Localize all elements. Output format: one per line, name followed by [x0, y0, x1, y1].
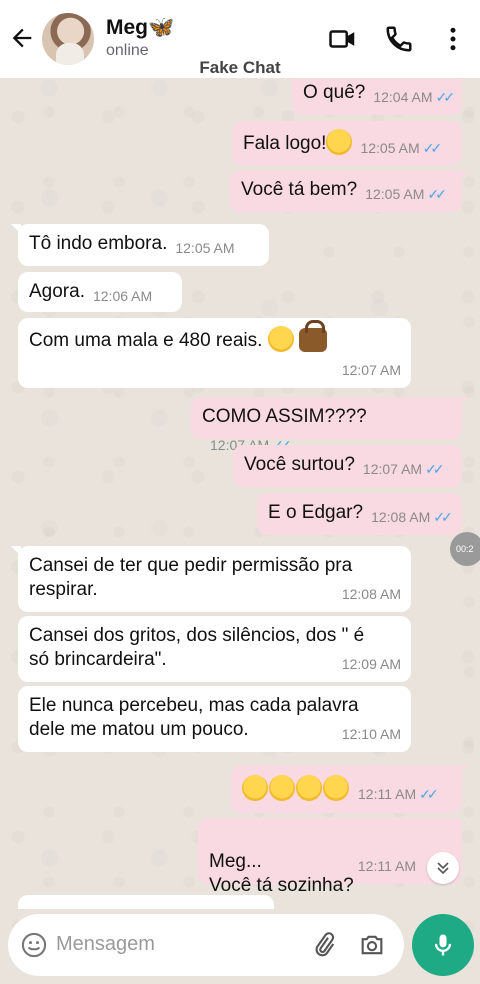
video-call-icon[interactable] [328, 24, 358, 54]
camera-icon[interactable] [358, 931, 386, 959]
phone-icon[interactable] [384, 24, 414, 54]
read-ticks-icon: ✓✓ [435, 89, 455, 105]
message-text: O quê? [303, 82, 366, 103]
message-bubble[interactable]: Fala logo! 12:05 AM ✓✓ [232, 121, 462, 165]
message-bubble[interactable]: O quê? 12:04 AM ✓✓ [292, 79, 462, 115]
chevron-double-down-icon [437, 862, 449, 875]
message-time: 12:11 AM [357, 858, 416, 874]
message-text: Ele nunca percebeu, mas cada palavra del… [29, 695, 359, 740]
message-input-bar[interactable]: Mensagem [8, 914, 404, 976]
back-arrow-icon[interactable] [8, 24, 36, 52]
message-text: Com uma mala e 480 reais. [29, 330, 263, 351]
message-text: Tô indo embora. [29, 233, 168, 254]
message-bubble[interactable]: E o Edgar? 12:08 AM ✓✓ [257, 493, 462, 535]
message-time: 12:04 AM [373, 89, 433, 105]
message-bubble[interactable]: 12:11 AM ✓✓ [231, 765, 469, 813]
contact-name[interactable]: Meg🦋 [106, 16, 174, 40]
read-ticks-icon: ✓✓ [433, 509, 453, 525]
message-text: Cansei de ter que pedir permissão pra re… [29, 555, 353, 600]
attach-icon[interactable] [310, 931, 338, 959]
message-bubble[interactable]: Agora. 12:06 AM [18, 272, 182, 312]
message-bubble[interactable]: Cansei dos gritos, dos silêncios, dos " … [18, 616, 411, 682]
message-time: 12:06 AM [92, 288, 153, 304]
recording-timer-bubble[interactable]: 00:2 [450, 532, 480, 566]
loudly-crying-face-emoji [296, 775, 322, 801]
emoji-icon[interactable] [20, 931, 48, 959]
more-vert-icon[interactable] [438, 24, 468, 54]
mic-button[interactable] [412, 914, 474, 976]
message-time: 12:08 AM [371, 509, 431, 525]
scroll-to-bottom-button[interactable] [427, 852, 459, 884]
butterfly-emoji: 🦋 [148, 16, 175, 39]
message-bubble[interactable]: Meg... Você tá sozinha? 12:11 AM [198, 818, 462, 896]
loudly-crying-face-emoji [323, 775, 349, 801]
message-bubble[interactable]: Ele nunca percebeu, mas cada palavra del… [18, 686, 411, 752]
message-time: 12:11 AM [358, 786, 417, 802]
message-text: Você tá bem? [241, 179, 358, 200]
message-time: 12:08 AM [341, 586, 401, 602]
message-text: Fala logo! [243, 133, 327, 154]
pensive-face-emoji [267, 326, 294, 352]
message-time: 12:09 AM [341, 656, 401, 672]
read-ticks-icon: ✓✓ [422, 140, 443, 156]
flushed-face-emoji [326, 129, 353, 155]
read-ticks-icon: ✓✓ [427, 186, 447, 202]
message-text: Você surtou? [244, 454, 355, 475]
message-text: COMO ASSIM???? [202, 406, 367, 427]
message-bubble[interactable]: COMO ASSIM????12:07 AM✓✓ [191, 397, 469, 453]
mic-icon [434, 934, 452, 956]
message-text: Agora. [29, 281, 85, 302]
message-text: Cansei dos gritos, dos silêncios, dos " … [29, 625, 365, 670]
message-bubble[interactable]: Você surtou? 12:07 AM ✓✓ [233, 445, 462, 487]
app-watermark-title: Fake Chat [199, 58, 281, 77]
message-bubble[interactable]: Tô indo embora. 12:05 AM [11, 224, 269, 266]
message-time: 12:07 AM [362, 461, 423, 477]
message-bubble[interactable]: Com uma mala e 480 reais. 12:07 AM [18, 318, 411, 388]
read-ticks-icon: ✓✓ [419, 786, 439, 802]
message-time: 12:05 AM [175, 240, 235, 256]
message-time: 12:05 AM [360, 140, 420, 156]
message-time: 12:05 AM [365, 186, 425, 202]
read-ticks-icon: ✓✓ [425, 461, 445, 477]
message-text: E o Edgar? [268, 502, 364, 523]
handbag-emoji [298, 320, 327, 352]
message-time: 12:10 AM [341, 726, 401, 742]
message-time: 12:07 AM [341, 362, 401, 378]
loudly-crying-face-emoji [242, 775, 268, 801]
message-input[interactable]: Mensagem [56, 933, 155, 956]
loudly-crying-face-emoji [269, 775, 295, 801]
message-bubble[interactable]: Você tá bem? 12:05 AM ✓✓ [230, 170, 469, 212]
message-text: Meg... Você tá sozinha? [209, 851, 354, 896]
partial-message-bubble [18, 895, 274, 909]
message-bubble[interactable]: Cansei de ter que pedir permissão pra re… [11, 546, 411, 612]
